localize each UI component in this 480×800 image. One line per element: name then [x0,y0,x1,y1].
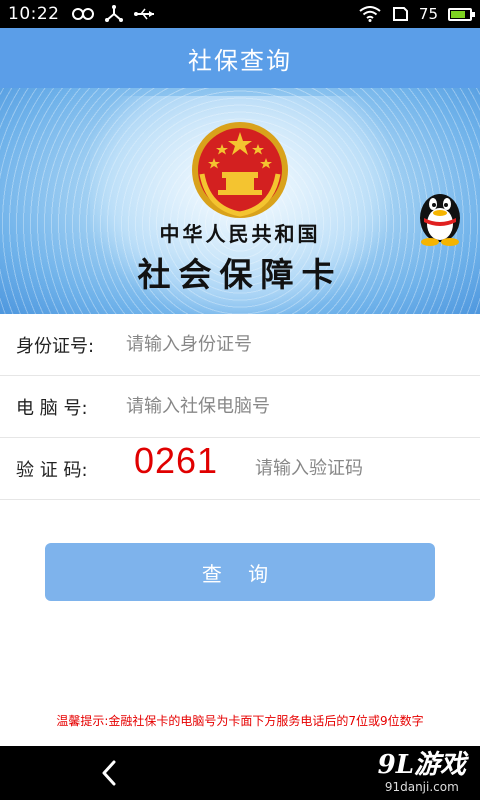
verification-code-row: 验 证 码: 0261 [0,438,480,500]
id-number-input[interactable] [126,334,456,355]
card-name: 社会保障卡 [137,255,343,294]
computer-number-row: 电 脑 号: [0,376,480,438]
battery-fill [451,10,465,18]
watermark-logo: 9L游戏 [377,750,466,780]
status-time: 10:22 [8,4,60,24]
query-button[interactable]: 查 询 [45,543,435,601]
country-name: 中华人民共和国 [159,222,321,246]
sim-icon [392,7,408,21]
captcha-text: 0261 [133,440,219,481]
navigation-bar: 9L游戏 91danji.com [0,746,480,800]
computer-number-label: 电 脑 号: [16,397,88,419]
page-title: 社保查询 [188,46,292,75]
usb-icon [104,5,123,22]
id-number-label: 身份证号: [16,335,95,357]
qq-penguin-icon[interactable] [414,188,466,246]
query-form: 身份证号: 电 脑 号: 验 证 码: 0261 [0,314,480,500]
computer-number-input[interactable] [126,396,456,417]
social-security-card-banner: 中华人民共和国 社会保障卡 [0,88,480,314]
title-bar: 社保查询 [0,28,480,88]
id-number-row: 身份证号: [0,314,480,376]
watermark-url: 91danji.com [384,780,459,794]
national-emblem-icon [192,122,288,218]
watermark: 9L游戏 91danji.com [378,750,466,794]
captcha-image[interactable]: 0261 [126,440,226,481]
back-icon[interactable] [96,758,124,788]
battery-level: 75 [418,5,438,23]
verification-code-input[interactable] [255,458,455,479]
wifi-icon [359,6,381,22]
battery-icon [448,7,475,21]
verification-code-label: 验 证 码: [16,459,88,481]
infinity-icon [71,8,94,20]
tip-text: 温馨提示:金融社保卡的电脑号为卡面下方服务电话后的7位或9位数字 [56,714,424,728]
status-icons-left [71,5,156,23]
status-bar: 10:22 75 [0,0,480,28]
usb-debug-icon [133,8,154,20]
status-icons-right: 75 [359,5,475,23]
